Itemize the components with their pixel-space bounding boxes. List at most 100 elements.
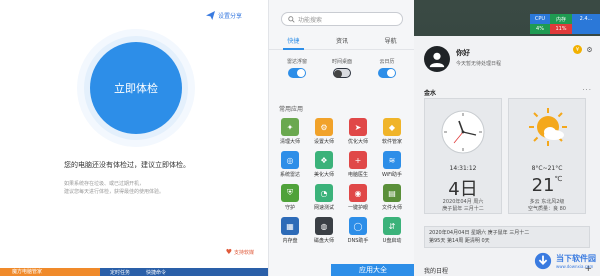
disk-icon: ◍ (315, 217, 333, 235)
toggle-radar-switch[interactable] (288, 68, 306, 78)
clock-card[interactable]: 14:31:12 4日 2020年04月 周六 庚子鼠年 三月十二 (424, 98, 502, 214)
tab-news[interactable]: 资讯 (318, 36, 367, 49)
app-item[interactable]: ⇵ U盘启动 (375, 217, 409, 244)
folder-icon: ▤ (383, 184, 401, 202)
memory-label: 内存 (550, 14, 572, 24)
app-item[interactable]: ⚙ 设置大师 (307, 118, 341, 145)
app-name: 美化大师 (313, 172, 334, 178)
watermark-brand: 当下软件园 (556, 254, 596, 263)
feature-toggles: 雷达浮窗 时间桌面 云日历 (277, 58, 407, 78)
toggle-cloud-calendar-label: 云日历 (379, 59, 395, 65)
all-apps-button[interactable]: 应用大全 (331, 264, 415, 276)
medkit-icon: + (349, 151, 367, 169)
app-grid: ✦ 清理大师 ⚙ 设置大师 ➤ 优化大师 ◆ 软件管家 ◎ 系统雷达 ❖ 美化大师 + 电脑医生 ≋ WiFi… (273, 118, 411, 244)
current-temperature: 21℃ (509, 175, 585, 196)
app-name: 清理大师 (279, 139, 300, 145)
app-item[interactable]: ◯ DNS助手 (341, 217, 375, 244)
toggle-cloud-calendar-switch[interactable] (378, 68, 396, 78)
calendar-line-2: 第95天 第14周 距清明 0天 (429, 238, 490, 244)
app-name: 电脑医生 (347, 172, 368, 178)
tab-bar: 快捷 资讯 导航 (269, 36, 415, 50)
app-item[interactable]: ◉ 一键护眼 (341, 184, 375, 211)
temperature-value: 21 (531, 175, 555, 196)
tab-quick[interactable]: 快捷 (269, 36, 318, 50)
box-icon: ◆ (383, 118, 401, 136)
cpu-label: CPU (530, 14, 550, 24)
shield-icon: ⛨ (281, 184, 299, 202)
calendar-info[interactable]: 2020年04月04日 星期六 庚子鼠年 三月十二 第95天 第14周 距清明 … (424, 226, 590, 248)
app-name: 软件管家 (381, 139, 402, 145)
watermark: 当下软件园 www.downxia.com (534, 252, 596, 270)
app-item[interactable]: ◍ 磁盘大师 (307, 217, 341, 244)
clock-time: 14:31:12 (449, 165, 477, 172)
app-name: WiFi助手 (381, 172, 403, 178)
support-link[interactable]: ♥ 支持软媒 (226, 248, 254, 256)
cpu-value: 4% (530, 24, 550, 34)
partly-cloudy-icon (529, 108, 567, 146)
toggle-radar: 雷达浮窗 (277, 58, 317, 78)
app-name: 一键护眼 (347, 205, 368, 211)
air-quality: 空气质量：良 80 (528, 206, 566, 212)
temperature-unit: ℃ (554, 175, 563, 183)
check-hint-line-2: 建议您每天进行体检，获得最佳的使用体验。 (64, 189, 165, 195)
share-settings-link[interactable]: 设置分享 (205, 11, 242, 20)
toggle-radar-label: 雷达浮窗 (286, 59, 307, 65)
palette-icon: ❖ (315, 151, 333, 169)
app-item[interactable]: + 电脑医生 (341, 151, 375, 178)
app-name: 系统雷达 (279, 172, 300, 178)
app-name: 优化大师 (347, 139, 368, 145)
check-message: 您的电脑还没有体检过，建议立即体检。 (64, 161, 190, 169)
greeting: 你好 (456, 49, 470, 57)
chip-icon: ▦ (281, 217, 299, 235)
usb-icon: ⇵ (383, 217, 401, 235)
daily-panel: 你好 今天暂无待处理日程 ¥ ⚙ 金水 ··· 14:31:12 4日 2020… (414, 36, 600, 276)
settings-icon[interactable]: ⚙ (585, 45, 594, 54)
toggle-time-desktop-label: 时间桌面 (331, 59, 352, 65)
tools-pane: 功能搜索 快捷 资讯 导航 雷达浮窗 时间桌面 云日历 常用应用 ✦ 清理大师 ⚙ 设… (268, 0, 415, 276)
system-monitor[interactable]: CPU 内存 2.4... 4% 11% (530, 14, 600, 34)
coin-icon[interactable]: ¥ (573, 45, 582, 54)
my-schedule-label: 我的日程 (424, 268, 449, 275)
app-item[interactable]: ◎ 系统雷达 (273, 151, 307, 178)
watermark-url: www.downxia.com (556, 264, 594, 269)
app-name: 磁盘大师 (313, 238, 334, 244)
app-item[interactable]: ◆ 软件管家 (375, 118, 409, 145)
clock-face (441, 110, 485, 154)
quick-command-button[interactable]: 快捷命令 (146, 269, 166, 276)
rocket-icon: ➤ (349, 118, 367, 136)
wifi-icon: ≋ (383, 151, 401, 169)
app-name: 设置大师 (313, 139, 334, 145)
support-label: 支持软媒 (233, 249, 254, 256)
more-options-icon[interactable]: ··· (582, 86, 592, 94)
bottom-actions: 定时任务 快捷命令 (100, 268, 268, 276)
download-logo-icon (534, 252, 552, 270)
panel-actions: ¥ ⚙ (573, 45, 594, 54)
desktop-widgets-pane: CPU 内存 2.4... 4% 11% 你好 今天暂无待处理日程 ¥ ⚙ 金水… (414, 0, 600, 276)
app-item[interactable]: ➤ 优化大师 (341, 118, 375, 145)
app-item[interactable]: ⛨ 守护 (273, 184, 307, 211)
city-name: 金水 (424, 90, 437, 97)
app-item[interactable]: ◔ 网速测试 (307, 184, 341, 211)
tab-navigation[interactable]: 导航 (366, 36, 415, 49)
search-placeholder: 功能搜索 (298, 16, 323, 24)
app-item[interactable]: ≋ WiFi助手 (375, 151, 409, 178)
app-item[interactable]: ❖ 美化大师 (307, 151, 341, 178)
share-label: 设置分享 (217, 13, 242, 20)
start-check-button[interactable]: 立即体检 (90, 42, 182, 134)
memory-value-top: 2.4... (572, 14, 600, 24)
app-name: 网速测试 (313, 205, 334, 211)
security-check-pane: 设置分享 立即体检 您的电脑还没有体检过，建议立即体检。 如果系统存在垃圾、或已… (0, 0, 268, 276)
search-input[interactable]: 功能搜索 (281, 12, 403, 26)
bottom-toolbar: 魔方电脑管家 定时任务 快捷命令 (0, 268, 268, 276)
scheduled-task-button[interactable]: 定时任务 (110, 269, 130, 276)
toggle-time-desktop-switch[interactable] (333, 68, 351, 78)
toggle-cloud-calendar: 云日历 (367, 58, 407, 78)
app-item[interactable]: ✦ 清理大师 (273, 118, 307, 145)
watermark-text: 当下软件园 www.downxia.com (556, 253, 596, 269)
weather-description: 多云 东北风2级 (529, 199, 565, 205)
avatar[interactable] (424, 46, 450, 72)
app-item[interactable]: ▦ 内存盘 (273, 217, 307, 244)
app-item[interactable]: ▤ 文件大师 (375, 184, 409, 211)
radar-icon: ◎ (281, 151, 299, 169)
weather-card[interactable]: 8°C~21°C 21℃ 多云 东北风2级 空气质量：良 80 (508, 98, 586, 214)
